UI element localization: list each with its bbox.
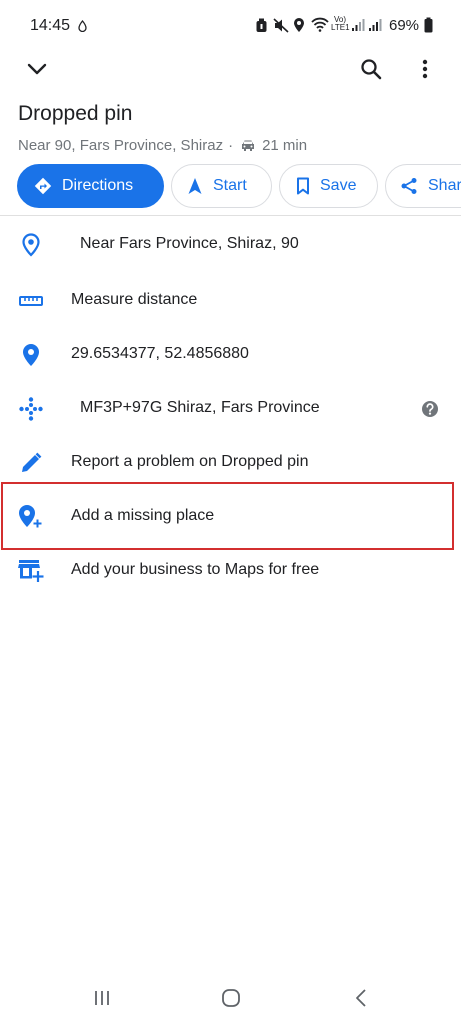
plus-code-icon [19, 397, 43, 421]
add-missing-place-row[interactable]: Add a missing place [0, 490, 461, 544]
signal-icon [352, 19, 365, 31]
collapse-button[interactable] [21, 53, 53, 85]
add-business-text: Add your business to Maps for free [71, 561, 320, 578]
add-business-icon [18, 560, 44, 582]
recent-apps-icon [95, 991, 109, 1005]
save-button[interactable]: Save [279, 164, 378, 208]
home-button[interactable] [217, 986, 245, 1010]
row-icon-wrap [18, 450, 44, 476]
network-label: Vo) LTE1 [331, 15, 350, 32]
screen: 14:45 Vo) LTE1 69% Dropped pin Near 90, … [0, 0, 461, 1024]
signal-icon-2 [369, 19, 382, 31]
directions-label: Directions [62, 177, 134, 194]
battery-icon [424, 17, 433, 33]
back-button[interactable] [347, 986, 375, 1010]
place-subtitle: Near 90, Fars Province, Shiraz · 21 min [18, 137, 307, 154]
recent-apps-button[interactable] [88, 986, 116, 1010]
mute-icon [273, 18, 289, 33]
address-row[interactable]: Near Fars Province, Shiraz, 90 [0, 218, 461, 272]
back-icon [356, 989, 366, 1007]
row-icon-wrap [18, 504, 44, 530]
help-icon[interactable] [421, 400, 439, 418]
place-title: Dropped pin [18, 102, 133, 125]
row-icon-wrap [18, 558, 44, 584]
home-icon [222, 989, 240, 1007]
directions-button[interactable]: Directions [17, 164, 164, 208]
subtitle-location: Near 90, Fars Province, Shiraz [18, 137, 224, 154]
share-label: Share [428, 177, 461, 194]
directions-icon [34, 177, 52, 195]
add-business-row[interactable]: Add your business to Maps for free [0, 544, 461, 598]
battery-percentage: 69% [389, 17, 420, 34]
share-button[interactable]: Share [385, 164, 461, 208]
alarm-icon [256, 18, 267, 32]
location-pin-icon [23, 344, 39, 366]
location-status-icon [294, 18, 304, 32]
more-vert-icon [422, 59, 428, 79]
row-icon-wrap [18, 342, 44, 368]
save-label: Save [320, 177, 357, 194]
drive-time: 21 min [262, 137, 308, 154]
add-location-icon [19, 505, 43, 529]
ruler-icon [19, 296, 43, 306]
address-text: Near Fars Province, Shiraz, 90 [80, 235, 299, 252]
pencil-icon [22, 452, 42, 472]
location-pin-outline-icon [22, 233, 40, 257]
subtitle-separator: · [228, 137, 234, 154]
notification-icon [78, 20, 87, 32]
measure-distance-text: Measure distance [71, 291, 198, 308]
chevron-down-icon [27, 63, 47, 75]
report-problem-text: Report a problem on Dropped pin [71, 453, 309, 470]
car-icon [242, 140, 255, 151]
wifi-icon [311, 17, 329, 32]
navigation-arrow-icon [188, 178, 202, 194]
coordinates-text: 29.6534377, 52.4856880 [71, 345, 249, 362]
more-options-button[interactable] [409, 53, 441, 85]
measure-distance-row[interactable]: Measure distance [0, 274, 461, 328]
start-button[interactable]: Start [171, 164, 272, 208]
status-bar: 14:45 Vo) LTE1 69% [0, 0, 461, 48]
plus-code-text: MF3P+97G Shiraz, Fars Province [80, 399, 320, 416]
search-button[interactable] [355, 53, 387, 85]
start-label: Start [213, 177, 247, 194]
row-icon-wrap [18, 288, 44, 314]
row-icon-wrap [18, 232, 44, 258]
plus-code-row[interactable]: MF3P+97G Shiraz, Fars Province [0, 382, 461, 436]
status-time: 14:45 [30, 17, 71, 34]
action-chips: Directions Start Save Share [0, 164, 461, 210]
search-icon [361, 59, 382, 80]
share-icon [401, 178, 417, 194]
add-missing-place-text: Add a missing place [71, 507, 215, 524]
bookmark-icon [297, 177, 309, 195]
row-icon-wrap [18, 396, 44, 422]
coordinates-row[interactable]: 29.6534377, 52.4856880 [0, 328, 461, 382]
report-problem-row[interactable]: Report a problem on Dropped pin [0, 436, 461, 490]
divider [0, 215, 461, 216]
